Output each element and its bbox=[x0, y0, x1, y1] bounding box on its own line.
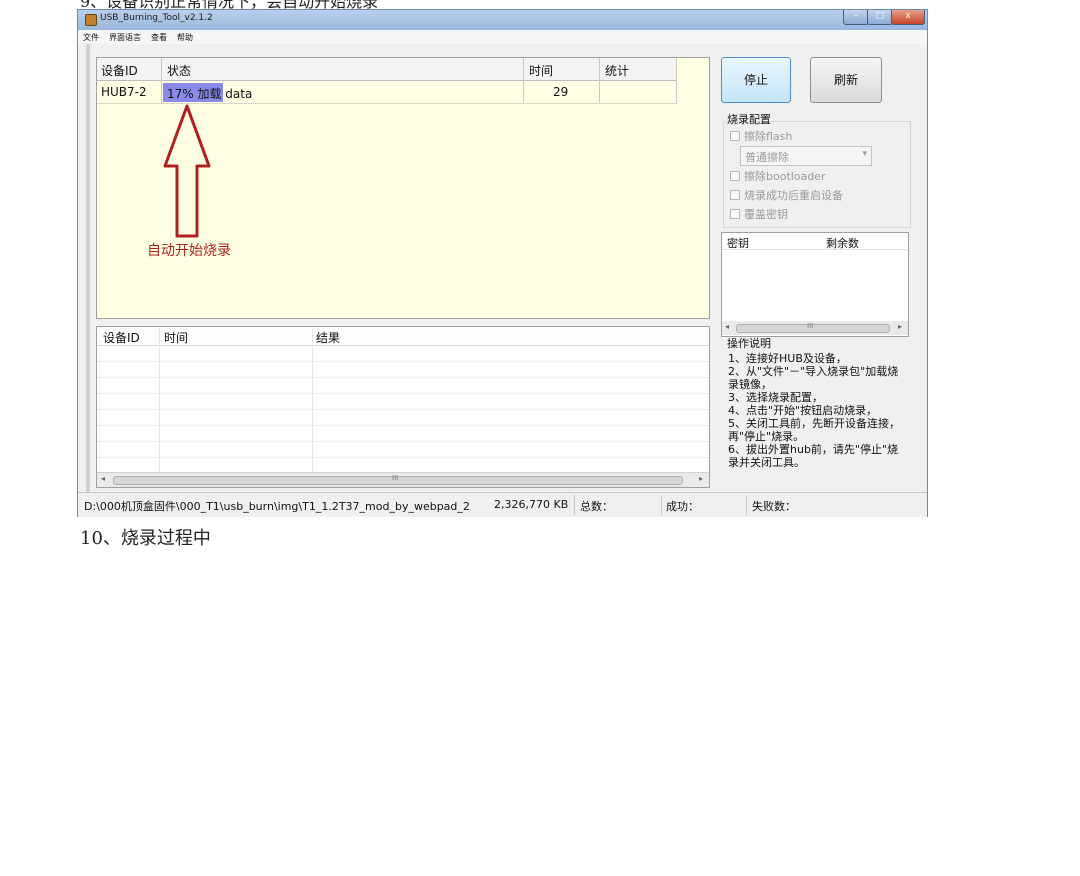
header-stat[interactable]: 统计 bbox=[605, 62, 629, 79]
status-divider bbox=[661, 495, 662, 515]
menu-help[interactable]: 帮助 bbox=[172, 30, 198, 45]
status-divider bbox=[574, 495, 575, 515]
grid-line bbox=[97, 425, 709, 426]
device-table-header: 设备ID 状态 时间 统计 bbox=[97, 58, 677, 81]
menu-view[interactable]: 查看 bbox=[146, 30, 172, 45]
scrollbar-thumb[interactable]: III bbox=[736, 322, 890, 333]
chevron-down-icon: ▾ bbox=[862, 149, 867, 159]
row-divider bbox=[722, 249, 908, 250]
scroll-left-icon[interactable]: ◂ bbox=[725, 322, 729, 331]
grid-line bbox=[97, 457, 709, 458]
erase-bootloader-checkbox[interactable]: 擦除bootloader bbox=[730, 168, 826, 184]
maximize-button[interactable]: □ bbox=[867, 10, 893, 25]
result-table-header: 设备ID 时间 结果 bbox=[97, 327, 709, 346]
column-divider bbox=[161, 58, 162, 104]
menu-file[interactable]: 文件 bbox=[78, 30, 104, 45]
status-cell: 17% 加载 data bbox=[167, 87, 253, 101]
erase-mode-select[interactable]: 普通擦除 ▾ bbox=[740, 146, 872, 166]
header-status[interactable]: 状态 bbox=[167, 62, 191, 79]
image-size: 2,326,770 KB bbox=[494, 498, 569, 511]
help-text: 1、连接好HUB及设备， 2、从"文件"－"导入烧录包"加载烧录镜像， 3、选择… bbox=[728, 352, 900, 469]
status-divider bbox=[746, 495, 747, 515]
total-count: 总数： bbox=[580, 500, 613, 513]
restart-after-checkbox[interactable]: 烧录成功后重启设备 bbox=[730, 187, 843, 203]
usb-burning-tool-window: USB_Burning_Tool_v2.1.2 – □ x 文件 界面语言 查看 帮助… bbox=[78, 10, 927, 517]
minimize-button[interactable]: – bbox=[843, 10, 869, 25]
scroll-right-icon[interactable]: ▸ bbox=[898, 322, 902, 331]
scroll-grip: III bbox=[392, 474, 399, 482]
annotation-label: 自动开始烧录 bbox=[147, 243, 231, 259]
column-divider bbox=[159, 327, 160, 472]
header-device-id[interactable]: 设备ID bbox=[103, 329, 140, 346]
grid-line bbox=[97, 361, 709, 362]
column-divider bbox=[599, 58, 600, 104]
overwrite-key-checkbox[interactable]: 覆盖密钥 bbox=[730, 206, 788, 222]
erase-mode-value: 普通擦除 bbox=[745, 151, 789, 164]
success-count: 成功： bbox=[666, 500, 699, 513]
erase-flash-checkbox[interactable]: 擦除flash bbox=[730, 128, 792, 144]
refresh-button[interactable]: 刷新 bbox=[810, 57, 882, 103]
stop-button[interactable]: 停止 bbox=[721, 57, 791, 103]
erase-bootloader-label: 擦除bootloader bbox=[744, 170, 826, 183]
grid-line bbox=[97, 409, 709, 410]
window-edge bbox=[86, 44, 90, 514]
window-title: USB_Burning_Tool_v2.1.2 bbox=[100, 13, 213, 23]
image-path: D:\000机顶盒固件\000_T1\usb_burn\img\T1_1.2T3… bbox=[84, 500, 470, 513]
up-arrow-icon bbox=[163, 104, 211, 238]
device-id-cell[interactable]: HUB7-2 bbox=[101, 85, 147, 99]
grid-line bbox=[97, 377, 709, 378]
scroll-left-icon[interactable]: ◂ bbox=[101, 474, 105, 483]
app-icon bbox=[85, 14, 97, 26]
header-time[interactable]: 时间 bbox=[164, 329, 188, 346]
horizontal-scrollbar[interactable]: ◂ III ▸ bbox=[97, 472, 709, 487]
grid-line bbox=[97, 393, 709, 394]
step-caption: 10、烧录过程中 bbox=[80, 528, 211, 549]
burn-config-title: 烧录配置 bbox=[727, 113, 771, 126]
checkbox-box[interactable] bbox=[730, 190, 740, 200]
status-bar: D:\000机顶盒固件\000_T1\usb_burn\img\T1_1.2T3… bbox=[78, 492, 927, 517]
scroll-grip: III bbox=[807, 322, 814, 330]
scrollbar-thumb[interactable]: III bbox=[113, 474, 683, 485]
column-divider bbox=[312, 327, 313, 472]
help-title: 操作说明 bbox=[727, 337, 771, 350]
restart-after-label: 烧录成功后重启设备 bbox=[744, 189, 843, 202]
menu-language[interactable]: 界面语言 bbox=[104, 30, 146, 45]
close-button[interactable]: x bbox=[891, 10, 925, 25]
key-table[interactable]: 密钥 剩余数 ◂ III ▸ bbox=[721, 232, 909, 337]
scroll-right-icon[interactable]: ▸ bbox=[699, 474, 703, 483]
key-horizontal-scrollbar[interactable]: ◂ III ▸ bbox=[722, 321, 908, 335]
checkbox-box[interactable] bbox=[730, 171, 740, 181]
column-divider bbox=[523, 58, 524, 104]
title-bar[interactable]: USB_Burning_Tool_v2.1.2 – □ x bbox=[78, 10, 927, 30]
device-table[interactable]: 设备ID 状态 时间 统计 HUB7-2 17% 加载 data 29 自动开始… bbox=[96, 57, 710, 319]
grid-line bbox=[97, 441, 709, 442]
failed-count: 失败数： bbox=[752, 500, 796, 513]
menu-bar: 文件 界面语言 查看 帮助 bbox=[78, 30, 927, 44]
result-table[interactable]: 设备ID 时间 结果 ◂ III ▸ bbox=[96, 326, 710, 488]
overwrite-key-label: 覆盖密钥 bbox=[744, 208, 788, 221]
checkbox-box[interactable] bbox=[730, 209, 740, 219]
checkbox-box[interactable] bbox=[730, 131, 740, 141]
erase-flash-label: 擦除flash bbox=[744, 130, 793, 143]
column-divider bbox=[676, 58, 677, 104]
header-device-id[interactable]: 设备ID bbox=[101, 62, 138, 79]
header-result[interactable]: 结果 bbox=[316, 329, 340, 346]
time-cell: 29 bbox=[553, 85, 569, 99]
header-time[interactable]: 时间 bbox=[529, 62, 553, 79]
